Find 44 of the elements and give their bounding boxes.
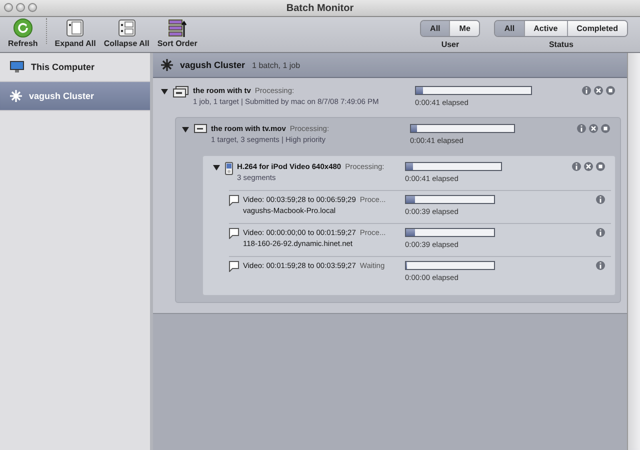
monitor-icon: [10, 61, 24, 73]
filter-segment[interactable]: Completed: [566, 21, 627, 36]
info-icon[interactable]: [577, 124, 586, 133]
minimize-button[interactable]: [16, 3, 25, 12]
batch-icon: [173, 86, 189, 98]
segment-icon: [229, 195, 239, 206]
disclosure-triangle-icon[interactable]: [213, 164, 220, 171]
toolbar-button[interactable]: Collapse All: [100, 18, 154, 48]
stop-icon[interactable]: [596, 162, 605, 171]
close-icon[interactable]: [584, 162, 593, 171]
close-icon[interactable]: [589, 124, 598, 133]
cluster-summary: 1 batch, 1 job: [252, 60, 300, 70]
disclosure-triangle-icon[interactable]: [182, 126, 189, 133]
info-icon[interactable]: [596, 195, 605, 204]
stop-icon[interactable]: [606, 86, 615, 95]
info-icon[interactable]: [572, 162, 581, 171]
sidebar-item[interactable]: vagush Cluster: [0, 82, 150, 111]
ipod-icon: [225, 162, 233, 175]
filter-label: User: [441, 40, 460, 49]
filter-segment[interactable]: Me: [449, 21, 480, 36]
cluster-icon: [10, 90, 22, 102]
segment-icon: [229, 261, 239, 272]
refresh-icon: [12, 18, 33, 38]
close-button[interactable]: [4, 3, 13, 12]
close-icon[interactable]: [594, 86, 603, 95]
toolbar-button[interactable]: Expand All: [50, 18, 100, 48]
filter-segment[interactable]: Active: [524, 21, 567, 36]
filter-label: Status: [548, 40, 574, 49]
filter-segment[interactable]: All: [421, 21, 450, 36]
toolbar-button[interactable]: Refresh: [4, 18, 42, 48]
info-icon[interactable]: [596, 261, 605, 270]
zoom-button[interactable]: [28, 3, 37, 12]
disclosure-triangle-icon[interactable]: [161, 88, 168, 95]
segment-icon: [229, 228, 239, 239]
info-icon[interactable]: [596, 228, 605, 237]
filter-segment[interactable]: All: [495, 21, 524, 36]
stop-icon[interactable]: [601, 124, 610, 133]
cluster-icon: [161, 59, 173, 71]
file-icon: [194, 124, 207, 133]
toolbar-button[interactable]: Sort Order: [153, 18, 202, 48]
sort-icon: [167, 18, 188, 38]
cluster-name: vagush Cluster: [180, 60, 246, 70]
info-icon[interactable]: [582, 86, 591, 95]
window-title: Batch Monitor: [286, 2, 354, 14]
